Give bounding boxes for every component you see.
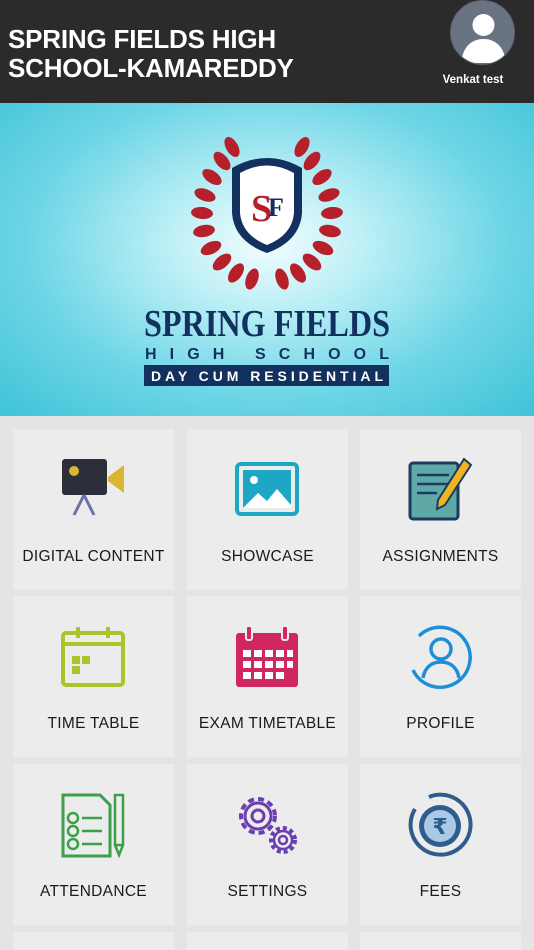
school-logo: S F SPRING FIELDS HIGH SCHOOL DAY CUM RE… [144,137,390,386]
svg-text:₹: ₹ [432,815,447,840]
tile-partial[interactable] [187,932,348,950]
tile-assignments[interactable]: ASSIGNMENTS [360,429,521,590]
tile-label: TIME TABLE [47,715,140,732]
rupee-coin-icon: ₹ [408,792,473,857]
tile-label: SHOWCASE [221,548,314,565]
svg-text:F: F [268,193,284,222]
tile-label: PROFILE [406,715,475,732]
tile-label: SETTINGS [227,883,308,900]
school-banner: S F SPRING FIELDS HIGH SCHOOL DAY CUM RE… [0,103,534,416]
exam-calendar-icon [236,625,298,687]
tile-label: DIGITAL CONTENT [22,548,165,565]
tile-settings[interactable]: SETTINGS [187,764,348,925]
tile-label: EXAM TIMETABLE [198,715,337,732]
user-silhouette-icon [461,14,506,63]
tile-label: ASSIGNMENTS [382,548,499,565]
tile-time-table[interactable]: TIME TABLE [13,596,174,757]
app-header: SPRING FIELDS HIGH SCHOOL-KAMAREDDY Venk… [0,0,534,103]
tile-partial[interactable] [360,932,521,950]
calendar-icon [61,627,125,687]
user-name: Venkat test [442,74,504,86]
tile-showcase[interactable]: SHOWCASE [187,429,348,590]
tile-partial[interactable] [13,932,174,950]
document-pencil-icon [408,457,473,521]
svg-text:SPRING FIELDS: SPRING FIELDS [144,303,390,345]
tile-label: ATTENDANCE [40,883,147,900]
avatar[interactable] [450,0,515,65]
tile-attendance[interactable]: ATTENDANCE [13,764,174,925]
menu-grid: DIGITAL CONTENT SHOWCASE ASSIGNMENTS TIM… [0,416,534,950]
video-camera-icon [62,459,124,516]
tile-fees[interactable]: ₹ FEES [360,764,521,925]
checklist-icon [61,793,125,859]
tile-digital-content[interactable]: DIGITAL CONTENT [13,429,174,590]
svg-text:DAY CUM RESIDENTIAL: DAY CUM RESIDENTIAL [151,368,383,384]
tile-exam-timetable[interactable]: EXAM TIMETABLE [187,596,348,757]
image-icon [235,462,299,516]
gears-icon [239,797,297,854]
svg-text:HIGH SCHOOL: HIGH SCHOOL [145,346,389,363]
user-circle-icon [411,625,472,689]
tile-profile[interactable]: PROFILE [360,596,521,757]
tile-label: FEES [419,883,462,900]
school-title: SPRING FIELDS HIGH SCHOOL-KAMAREDDY [8,24,294,83]
